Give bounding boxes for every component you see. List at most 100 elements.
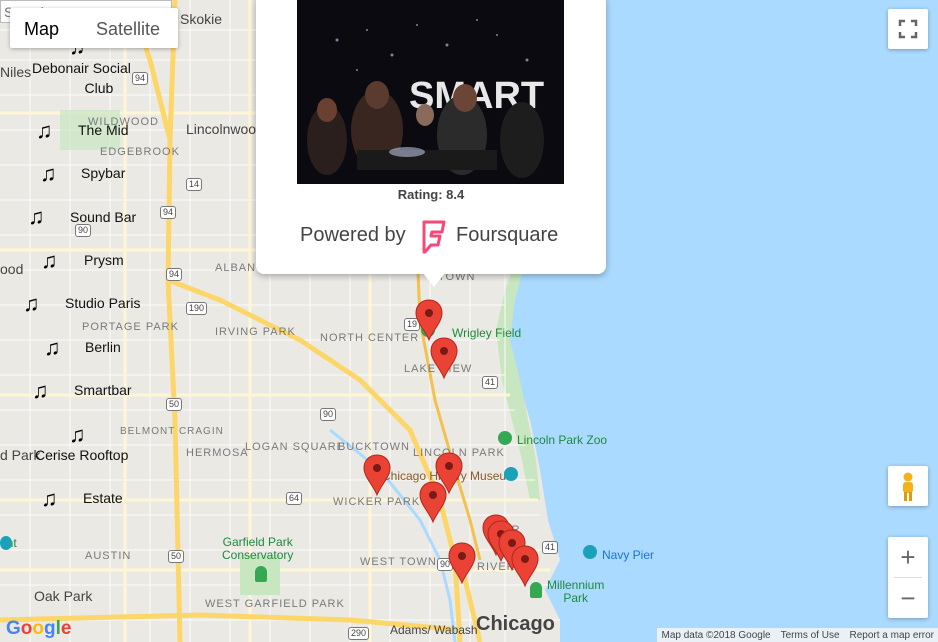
street-view-button[interactable] — [888, 466, 928, 506]
music-note-icon[interactable]: ♫ — [32, 380, 49, 402]
map-attribution: Map data ©2018 Google Terms of Use Repor… — [657, 628, 938, 642]
map-data-text: Map data ©2018 Google — [661, 629, 771, 641]
pier-poi-icon — [583, 545, 597, 559]
shield-90-west: 90 — [75, 224, 92, 237]
label-lincoln-park: LINCOLN PARK — [413, 447, 505, 459]
zoom-out-button[interactable]: − — [888, 578, 928, 618]
google-logo-letter: g — [44, 618, 56, 639]
zoom-in-button[interactable]: + — [888, 537, 928, 577]
google-logo-letter: o — [20, 618, 33, 639]
label-oak-park: Oak Park — [34, 588, 93, 604]
venue-berlin[interactable]: Berlin — [85, 339, 121, 355]
label-logan-square: LOGAN SQUARE — [245, 441, 346, 453]
shield-19: 19 — [404, 318, 421, 331]
conservatory-poi-icon — [255, 566, 267, 582]
zoom-control: + − — [888, 537, 928, 618]
label-near-north: NEAR — [486, 524, 521, 536]
shield-50-north: 50 — [166, 398, 183, 411]
label-edgebrook: EDGEBROOK — [100, 146, 180, 158]
music-note-icon[interactable]: ♫ — [69, 424, 86, 446]
google-logo-letter: e — [60, 618, 72, 639]
fullscreen-button[interactable] — [888, 9, 928, 49]
shield-94-south: 94 — [166, 268, 183, 281]
label-niles: Niles — [0, 64, 32, 80]
shield-94-north: 94 — [132, 72, 149, 85]
map-type-satellite-button[interactable]: Satellite — [96, 19, 160, 40]
park-poi-icon — [530, 582, 542, 598]
label-adams-wabash: Adams/ Wabash — [390, 624, 478, 637]
music-note-icon[interactable]: ♫ — [41, 488, 58, 510]
powered-by-label: Powered by — [300, 224, 406, 246]
venue-photo-image: SMART — [297, 0, 564, 184]
label-bucktown: BUCKTOWN — [338, 441, 410, 453]
shield-94-mid: 94 — [160, 206, 177, 219]
venue-cerise-rooftop[interactable]: Cerise Rooftop — [35, 447, 128, 463]
transit-poi-icon — [0, 536, 12, 550]
shield-90-mid: 90 — [320, 408, 337, 421]
music-note-icon[interactable]: ♫ — [23, 293, 40, 315]
label-park: Park — [563, 591, 589, 605]
label-adams: Adams/ — [390, 623, 431, 637]
label-irving-park: IRVING PARK — [215, 326, 296, 338]
label-millennium-park: Millennium Park — [547, 579, 604, 605]
venue-label-line2: Club — [84, 80, 114, 96]
terms-of-use-link[interactable]: Terms of Use — [781, 630, 840, 641]
label-west-town: WEST TOWN — [360, 556, 437, 568]
label-river-north: RIVER N — [477, 561, 529, 573]
label-west-garfield-park: WEST GARFIELD PARK — [205, 598, 345, 610]
venue-studio-paris[interactable]: Studio Paris — [65, 295, 140, 311]
foursquare-brand-label: Foursquare — [456, 224, 559, 246]
shield-64: 64 — [286, 492, 303, 505]
label-wabash: Wabash — [434, 623, 478, 637]
label-wicker-park: WICKER PARK — [333, 496, 421, 508]
venue-photo: SMART — [297, 0, 564, 184]
shield-90-south: 90 — [437, 558, 454, 571]
fullscreen-icon — [898, 19, 918, 39]
label-ood-partial: ood — [0, 261, 24, 277]
pegman-icon — [903, 472, 913, 501]
shield-50-south: 50 — [168, 550, 185, 563]
music-note-icon[interactable]: ♫ — [36, 120, 53, 142]
label-navy-pier: Navy Pier — [602, 548, 655, 562]
venue-debonair-social-club[interactable]: Debonair Social Club — [32, 58, 131, 98]
map-type-control: Map Satellite — [10, 8, 178, 48]
label-wrigley-field: Wrigley Field — [452, 326, 522, 340]
venue-the-mid[interactable]: The Mid — [78, 122, 129, 138]
foursquare-logo-icon — [422, 220, 446, 254]
map-type-map-button[interactable]: Map — [24, 19, 59, 40]
label-conservatory: Conservatory — [222, 548, 294, 562]
label-north-center: NORTH CENTER — [320, 332, 420, 344]
label-hermosa: HERMOSA — [186, 447, 249, 459]
label-austin: AUSTIN — [85, 550, 132, 562]
label-belmont-cragin: BELMONT CRAGIN — [120, 426, 224, 437]
google-logo-letter: G — [6, 618, 21, 639]
label-chicago-history-museum: Chicago History Museum — [382, 469, 517, 483]
google-logo: Google — [6, 618, 71, 640]
shield-190: 190 — [186, 302, 208, 315]
museum-poi-icon — [504, 467, 518, 481]
stadium-poi-icon — [421, 323, 435, 337]
music-note-icon[interactable]: ♫ — [41, 250, 58, 272]
venue-smartbar[interactable]: Smartbar — [74, 382, 132, 398]
info-window-tail — [423, 273, 445, 287]
shield-14: 14 — [186, 178, 203, 191]
report-map-error-link[interactable]: Report a map error — [850, 630, 934, 641]
venue-estate[interactable]: Estate — [83, 490, 123, 506]
shield-41-south: 41 — [542, 541, 559, 554]
label-lincoln-park-zoo: Lincoln Park Zoo — [517, 433, 608, 447]
music-note-icon[interactable]: ♫ — [44, 337, 61, 359]
venue-info-window: SMART Rating: 8.4 Powered by Foursquare — [256, 0, 606, 274]
shield-41-north: 41 — [482, 376, 499, 389]
music-note-icon[interactable]: ♫ — [40, 163, 57, 185]
label-garfield-park: Garfield Park — [222, 535, 293, 549]
venue-spybar[interactable]: Spybar — [81, 165, 125, 181]
venue-label: Debonair Social — [32, 60, 131, 76]
venue-prysm[interactable]: Prysm — [84, 252, 124, 268]
label-lincolnwood: Lincolnwood — [186, 121, 264, 137]
venue-sound-bar[interactable]: Sound Bar — [70, 209, 136, 225]
music-note-icon[interactable]: ♫ — [28, 206, 45, 228]
shield-290: 290 — [348, 627, 370, 640]
label-lake-view: LAKE VIEW — [404, 363, 473, 375]
label-portage-park: PORTAGE PARK — [82, 321, 179, 333]
label-garfield-park-conservatory: Garfield Park Conservatory — [222, 536, 293, 562]
